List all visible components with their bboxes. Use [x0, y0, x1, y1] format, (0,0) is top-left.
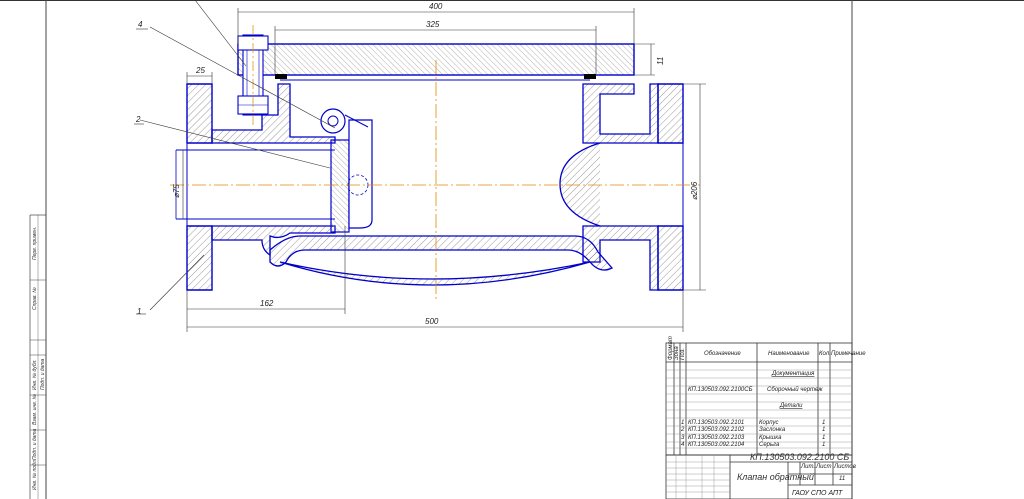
spec-header-qty: Кол.	[819, 351, 831, 357]
spec-row-qty: 1	[822, 442, 825, 448]
spec-row-2: 2 КП.130503.092.2102 Заслонка 1	[680, 427, 825, 433]
spec-row-name: Корпус	[759, 420, 779, 426]
spec-row-qty: 1	[822, 435, 825, 441]
dim-flange-to-axis: 162	[260, 299, 274, 308]
title-block: КП.130503.092.2100 СБ Клапан обратный Ли…	[665, 452, 856, 499]
dim-overall-length: 500	[425, 317, 439, 326]
spec-row-designation: КП.130503.092.2101	[688, 420, 744, 426]
spec-row-1: 1 КП.130503.092.2101 Корпус 1	[681, 420, 825, 426]
title-organization: ГАОУ СПО АПТ	[792, 490, 843, 497]
spec-row-3: 3 КП.130503.092.2103 Крышка 1	[681, 435, 825, 441]
callout-4: 4	[138, 20, 143, 29]
title-sheets-label: Листов	[833, 464, 856, 470]
spec-row-qty: 1	[822, 420, 825, 426]
spec-row-name: Заслонка	[759, 427, 786, 433]
callout-1: 1	[137, 307, 141, 316]
callouts: 1 2 4	[134, 20, 148, 316]
side-stamp-4: Подп. и дата	[40, 358, 46, 390]
assembly-drawing: Инв. № подл. Подп. и дата Взам. инв. № И…	[0, 0, 1024, 499]
spec-row-pos: 4	[681, 442, 685, 448]
title-sheets-count: 11	[839, 476, 845, 482]
specification-table: Формат Зона Поз. Обозначение Наименовани…	[665, 336, 866, 456]
side-stamp-1: Подп. и дата	[32, 428, 38, 460]
spec-section-parts: Детали	[779, 403, 803, 409]
side-stamp-6: Перв. примен.	[32, 227, 38, 260]
dim-cover-thickness: 11	[656, 57, 665, 65]
title-sheet-label: Лист	[815, 464, 831, 470]
spec-row-name: Крышка	[759, 435, 782, 441]
spec-row-pos: 3	[681, 435, 685, 441]
spec-row-qty: 1	[822, 427, 825, 433]
spec-section-documentation: Документация	[771, 371, 815, 377]
title-stage-label: Лит.	[800, 464, 815, 470]
dim-flange-width: 25	[195, 66, 205, 75]
spec-doc-name: Сборочный чертеж	[767, 386, 823, 393]
spec-header-name: Наименование	[768, 351, 810, 357]
spec-row-pos: 1	[681, 420, 684, 426]
dim-overall-top: 400	[429, 2, 443, 11]
dim-cover-length: 325	[426, 20, 440, 29]
spec-row-pos: 2	[680, 427, 685, 433]
spec-header-pos: Поз.	[680, 348, 686, 360]
spec-row-4: 4 КП.130503.092.2104 Серьга 1	[681, 442, 825, 448]
title-product-name: Клапан обратный	[737, 472, 814, 482]
spec-row-designation: КП.130503.092.2102	[688, 427, 745, 433]
side-stamp-0: Инв. № подл.	[32, 459, 38, 490]
side-stamp-2: Взам. инв. №	[32, 393, 38, 425]
spec-header-designation: Обозначение	[704, 351, 741, 357]
spec-doc-designation: КП.130503.092.2100СБ	[688, 387, 753, 393]
dim-bore-diameter: ⌀75	[172, 184, 181, 198]
flap-assembly	[320, 108, 373, 233]
spec-row-designation: КП.130503.092.2104	[688, 442, 745, 448]
side-stamps: Инв. № подл. Подп. и дата Взам. инв. № И…	[32, 227, 46, 490]
spec-row-name: Серьга	[759, 442, 780, 448]
side-stamp-3: Инв. № дубл.	[32, 359, 38, 390]
spec-header-note: Примечание	[831, 351, 866, 357]
side-stamp-5: Справ. №	[32, 287, 38, 310]
title-document-code: КП.130503.092.2100 СБ	[750, 452, 849, 462]
callout-2: 2	[135, 115, 141, 124]
dim-flange-diameter: ⌀206	[690, 181, 699, 200]
spec-row-designation: КП.130503.092.2103	[688, 435, 745, 441]
